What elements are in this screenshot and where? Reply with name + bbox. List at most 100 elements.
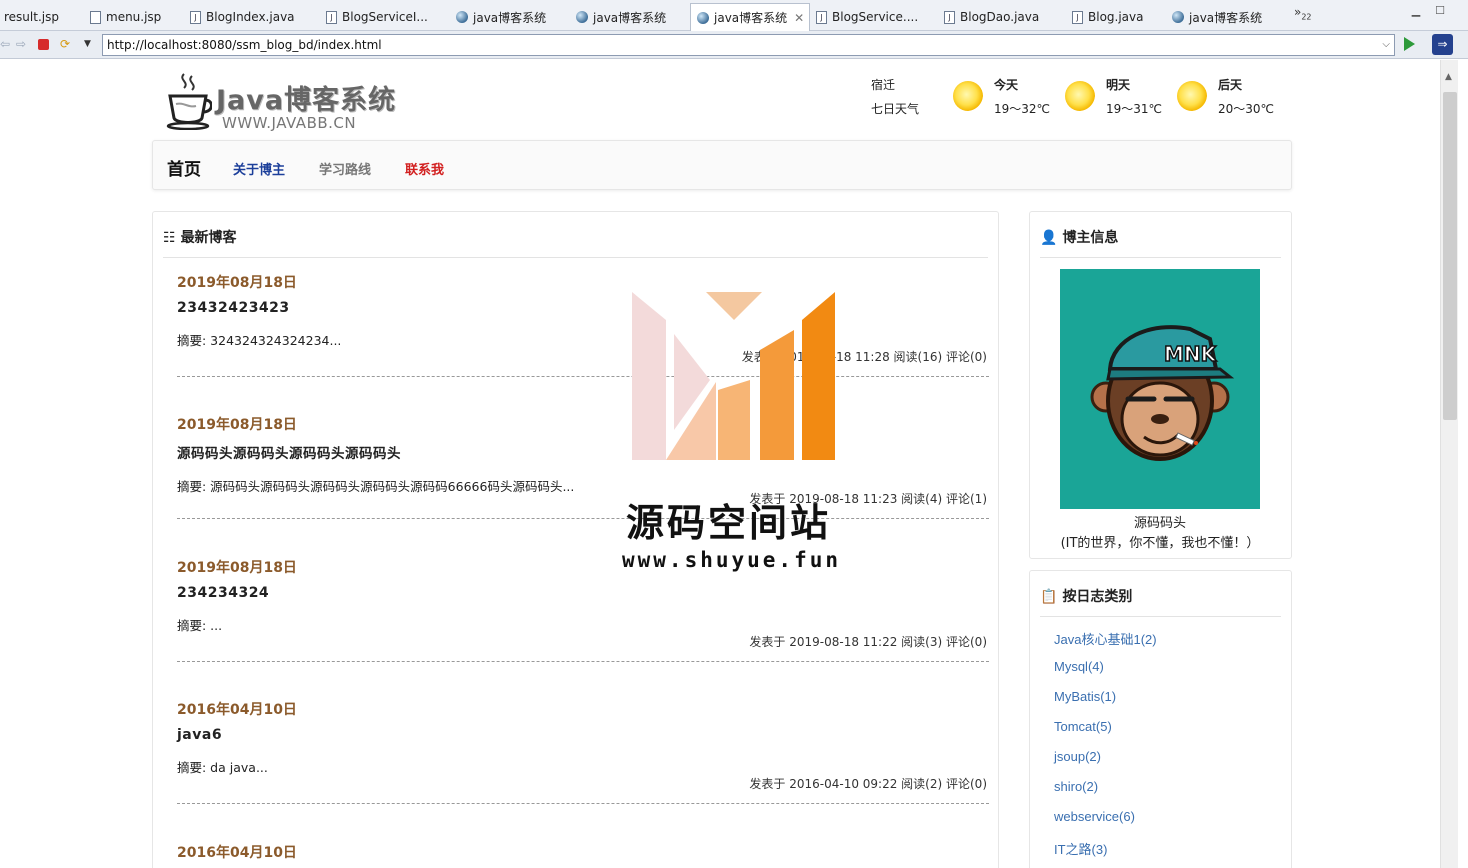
blog-date: 2016年04月10日 xyxy=(177,702,297,718)
overflow-count: 22 xyxy=(1301,12,1312,22)
file-icon xyxy=(90,10,101,24)
tab-label: result.jsp xyxy=(4,10,59,24)
tab-blog-java[interactable]: J Blog.java xyxy=(1072,4,1166,30)
panel-title: 博主信息 xyxy=(1062,230,1119,246)
nav-contact[interactable]: 联系我 xyxy=(405,159,444,178)
category-link[interactable]: IT之路(3) xyxy=(1054,839,1157,868)
category-link[interactable]: Tomcat(5) xyxy=(1054,719,1157,749)
owner-motto: (IT的世界，你不懂，我也不懂！） xyxy=(1060,536,1260,551)
blog-meta: 发表于 2016-04-10 09:22 阅读(2) 评论(0) xyxy=(749,777,987,791)
tab-menu-jsp[interactable]: menu.jsp xyxy=(90,4,182,30)
category-link[interactable]: jsoup(2) xyxy=(1054,749,1157,779)
watermark-title: 源码空间站 xyxy=(626,501,832,545)
go-icon[interactable] xyxy=(1404,37,1415,51)
tab-label: java博客系统 xyxy=(1189,10,1263,25)
category-link[interactable]: Java核心基础1(2) xyxy=(1054,629,1157,659)
logo-subtitle: WWW.JAVABB.CN xyxy=(222,114,357,132)
chevron-down-icon[interactable]: ▼ xyxy=(84,37,91,52)
url-dropdown-icon[interactable]: ⌵ xyxy=(1382,35,1390,55)
weather-subtitle: 七日天气 xyxy=(871,102,920,116)
forward-icon[interactable]: ⇨ xyxy=(16,37,26,52)
weather-today: 今天 19～32℃ xyxy=(994,76,1050,117)
tab-result-jsp[interactable]: result.jsp xyxy=(4,4,82,30)
owner-info-panel: 👤 博主信息 MNK 源码码头 (IT的世界，你不懂，我也不懂！） xyxy=(1029,211,1292,559)
weather-temp: 20～30℃ xyxy=(1218,102,1275,116)
tab-java-blog-3[interactable]: java博客系统 xyxy=(1172,4,1284,30)
url-input[interactable]: http://localhost:8080/ssm_blog_bd/index.… xyxy=(102,34,1395,56)
blog-summary: 摘要: da java... xyxy=(177,760,268,775)
page-scrollbar[interactable]: ▲ xyxy=(1440,60,1458,868)
category-link[interactable]: MyBatis(1) xyxy=(1054,689,1157,719)
blog-summary: 摘要: ... xyxy=(177,618,223,633)
list-icon: ☷ xyxy=(163,230,176,246)
main-nav: 首页 关于博主 学习路线 联系我 xyxy=(152,140,1292,190)
java-file-icon: J xyxy=(326,10,337,24)
tab-label: BlogIndex.java xyxy=(206,10,295,24)
editor-tab-bar: result.jsp menu.jsp J BlogIndex.java J B… xyxy=(0,0,1468,31)
blog-title-link[interactable]: 234234324 xyxy=(177,585,989,601)
blog-title-link[interactable]: java6 xyxy=(177,727,989,743)
minimize-icon[interactable]: ▁ xyxy=(1410,5,1422,17)
blog-meta: 发表于 2019-08-18 11:22 阅读(3) 评论(0) xyxy=(749,635,987,649)
scroll-up-icon[interactable]: ▲ xyxy=(1445,72,1452,82)
tab-blogdao-java[interactable]: J BlogDao.java xyxy=(944,4,1064,30)
category-link[interactable]: webservice(6) xyxy=(1054,809,1157,839)
weather-city: 宿迁 xyxy=(871,78,896,92)
latest-blogs-panel: ☷ 最新博客 2019年08月18日 23432423423 摘要: 324324… xyxy=(152,211,999,868)
panel-heading: 👤 博主信息 xyxy=(1040,212,1281,258)
logo-title: Java博客系统 xyxy=(216,85,397,116)
user-icon: 👤 xyxy=(1040,230,1058,246)
tab-blogindex-java[interactable]: J BlogIndex.java xyxy=(190,4,318,30)
category-link[interactable]: Mysql(4) xyxy=(1054,659,1157,689)
back-icon[interactable]: ⇦ xyxy=(0,37,10,52)
weather-temp: 19～32℃ xyxy=(994,102,1051,116)
tab-java-blog-active[interactable]: java博客系统 ✕ xyxy=(690,3,810,31)
category-link[interactable]: shiro(2) xyxy=(1054,779,1157,809)
globe-icon xyxy=(576,11,588,23)
java-file-icon: J xyxy=(944,10,955,24)
blog-summary: 摘要: 324324324324234... xyxy=(177,333,342,348)
tab-java-blog-1[interactable]: java博客系统 xyxy=(456,4,570,30)
weather-day: 今天 xyxy=(994,78,1019,92)
close-icon[interactable]: ✕ xyxy=(794,11,804,25)
page-viewport: Java博客系统 WWW.JAVABB.CN 宿迁 七日天气 今天 19～32℃… xyxy=(0,60,1440,868)
blog-title-link[interactable]: 源码码头源码码头源码码头源码码头 xyxy=(177,442,989,462)
blog-date: 2019年08月18日 xyxy=(177,560,297,576)
coffee-cup-icon xyxy=(166,73,212,130)
tab-label: java博客系统 xyxy=(714,11,788,25)
more-tabs-button[interactable]: »22 xyxy=(1294,5,1312,21)
categories-panel: 📋 按日志类别 Java核心基础1(2) Mysql(4) MyBatis(1) … xyxy=(1029,570,1292,868)
tab-java-blog-2[interactable]: java博客系统 xyxy=(576,4,690,30)
blog-divider xyxy=(177,803,989,804)
blog-meta: 发表于 2019-08-18 11:28 阅读(16) 评论(0) xyxy=(741,350,987,364)
sun-icon xyxy=(1177,81,1207,111)
open-external-icon[interactable]: ⇒ xyxy=(1432,34,1453,55)
globe-icon xyxy=(1172,11,1184,23)
java-file-icon: J xyxy=(190,10,201,24)
stop-icon[interactable] xyxy=(38,39,49,50)
site-logo[interactable]: Java博客系统 WWW.JAVABB.CN xyxy=(166,68,406,132)
blog-entry: 2019年08月18日 234234324 摘要: ... 发表于 2019-0… xyxy=(177,557,989,677)
blog-divider xyxy=(177,661,989,662)
java-file-icon: J xyxy=(1072,10,1083,24)
watermark-url: www.shuyue.fun xyxy=(622,548,842,572)
blog-title-link[interactable]: 23432423423 xyxy=(177,300,989,316)
avatar: MNK xyxy=(1060,269,1260,509)
maximize-icon[interactable]: ☐ xyxy=(1434,5,1446,17)
blog-entry: 2019年08月18日 23432423423 摘要: 324324324324… xyxy=(177,272,989,392)
scrollbar-thumb[interactable] xyxy=(1443,92,1457,420)
nav-about[interactable]: 关于博主 xyxy=(233,159,285,178)
tab-label: BlogDao.java xyxy=(960,10,1040,24)
tab-blogservice[interactable]: J BlogService.... xyxy=(816,4,934,30)
weather-day: 后天 xyxy=(1218,78,1243,92)
monkey-avatar-image: MNK xyxy=(1090,325,1235,461)
panel-title: 按日志类别 xyxy=(1062,589,1133,605)
blog-date: 2019年08月18日 xyxy=(177,275,297,291)
java-file-icon: J xyxy=(816,10,827,24)
refresh-icon[interactable]: ⟳ xyxy=(60,37,70,52)
nav-home[interactable]: 首页 xyxy=(167,155,201,180)
url-text: http://localhost:8080/ssm_blog_bd/index.… xyxy=(107,38,382,52)
tab-blogservicei[interactable]: J BlogServiceI... xyxy=(326,4,450,30)
blog-date: 2016年04月10日 xyxy=(177,845,297,861)
nav-learning-route[interactable]: 学习路线 xyxy=(319,159,371,178)
